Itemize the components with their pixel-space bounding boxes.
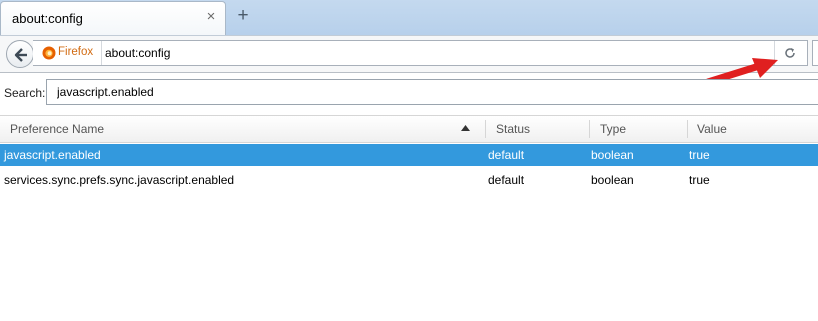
- pref-value-cell: true: [689, 148, 710, 162]
- column-header-name[interactable]: Preference Name: [10, 116, 104, 142]
- url-bar[interactable]: Firefox about:config: [33, 40, 808, 66]
- search-bar-edge[interactable]: [812, 40, 818, 66]
- sort-ascending-icon[interactable]: [461, 125, 470, 131]
- table-row[interactable]: services.sync.prefs.sync.javascript.enab…: [0, 169, 818, 191]
- pref-status-cell: default: [488, 148, 525, 162]
- column-separator[interactable]: [589, 120, 590, 138]
- tab-strip: about:config × +: [0, 0, 818, 35]
- pref-name-cell: javascript.enabled: [4, 148, 101, 162]
- search-label: Search:: [4, 86, 46, 100]
- back-button[interactable]: [6, 40, 34, 68]
- identity-label: Firefox: [58, 46, 94, 58]
- pref-type-cell: boolean: [591, 173, 634, 187]
- back-arrow-icon: [14, 48, 27, 62]
- column-separator[interactable]: [687, 120, 688, 138]
- navigation-toolbar: Firefox about:config: [0, 35, 818, 73]
- reload-icon: [785, 48, 795, 58]
- pref-value-cell: true: [689, 173, 710, 187]
- site-identity-box[interactable]: Firefox: [33, 41, 102, 65]
- column-header-type[interactable]: Type: [600, 116, 626, 142]
- url-text[interactable]: about:config: [105, 46, 170, 60]
- pref-type-cell: boolean: [591, 148, 634, 162]
- column-header-status[interactable]: Status: [496, 116, 530, 142]
- search-input[interactable]: [46, 79, 818, 105]
- column-header-value[interactable]: Value: [697, 116, 727, 142]
- table-row[interactable]: javascript.enabled default boolean true: [0, 144, 818, 166]
- close-tab-icon[interactable]: ×: [204, 9, 218, 24]
- preferences-header: Preference Name Status Type Value: [0, 115, 818, 143]
- new-tab-button[interactable]: +: [233, 6, 253, 26]
- column-separator[interactable]: [485, 120, 486, 138]
- pref-status-cell: default: [488, 173, 525, 187]
- tab-about-config[interactable]: about:config ×: [0, 1, 226, 35]
- tab-title: about:config: [12, 11, 83, 26]
- firefox-logo-icon: [42, 46, 56, 60]
- pref-name-cell: services.sync.prefs.sync.javascript.enab…: [4, 173, 235, 187]
